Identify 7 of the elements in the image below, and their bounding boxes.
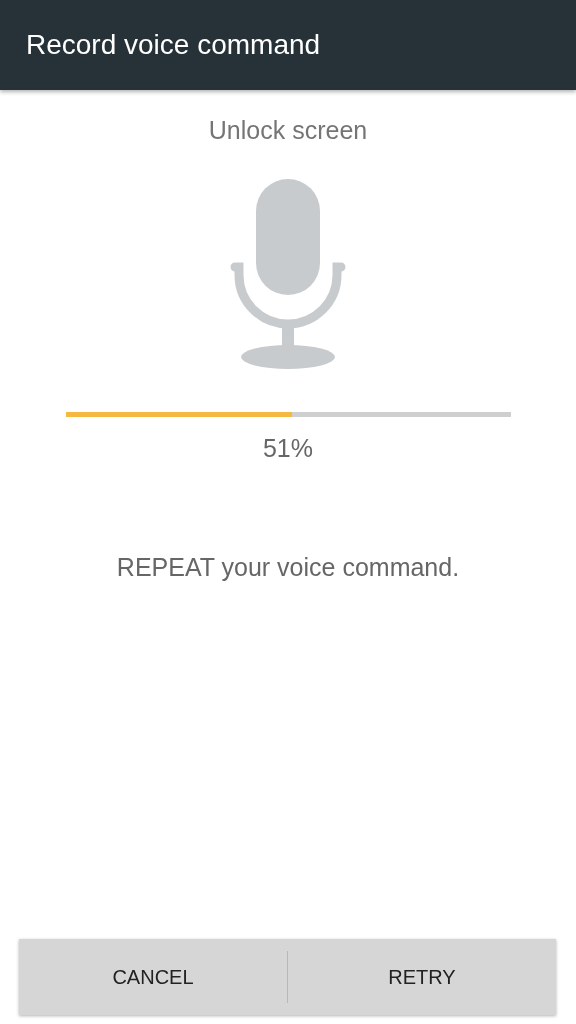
dialog-button[interactable]: RETRY (288, 939, 556, 1015)
microphone-icon (228, 179, 348, 371)
instruction-text: REPEAT your voice command. (116, 553, 460, 582)
dialog-button[interactable]: CANCEL (19, 939, 287, 1015)
progress-percentage: 51% (262, 434, 313, 463)
subtitle: Unlock screen (208, 116, 368, 145)
screen-title: Record voice command (26, 29, 321, 61)
